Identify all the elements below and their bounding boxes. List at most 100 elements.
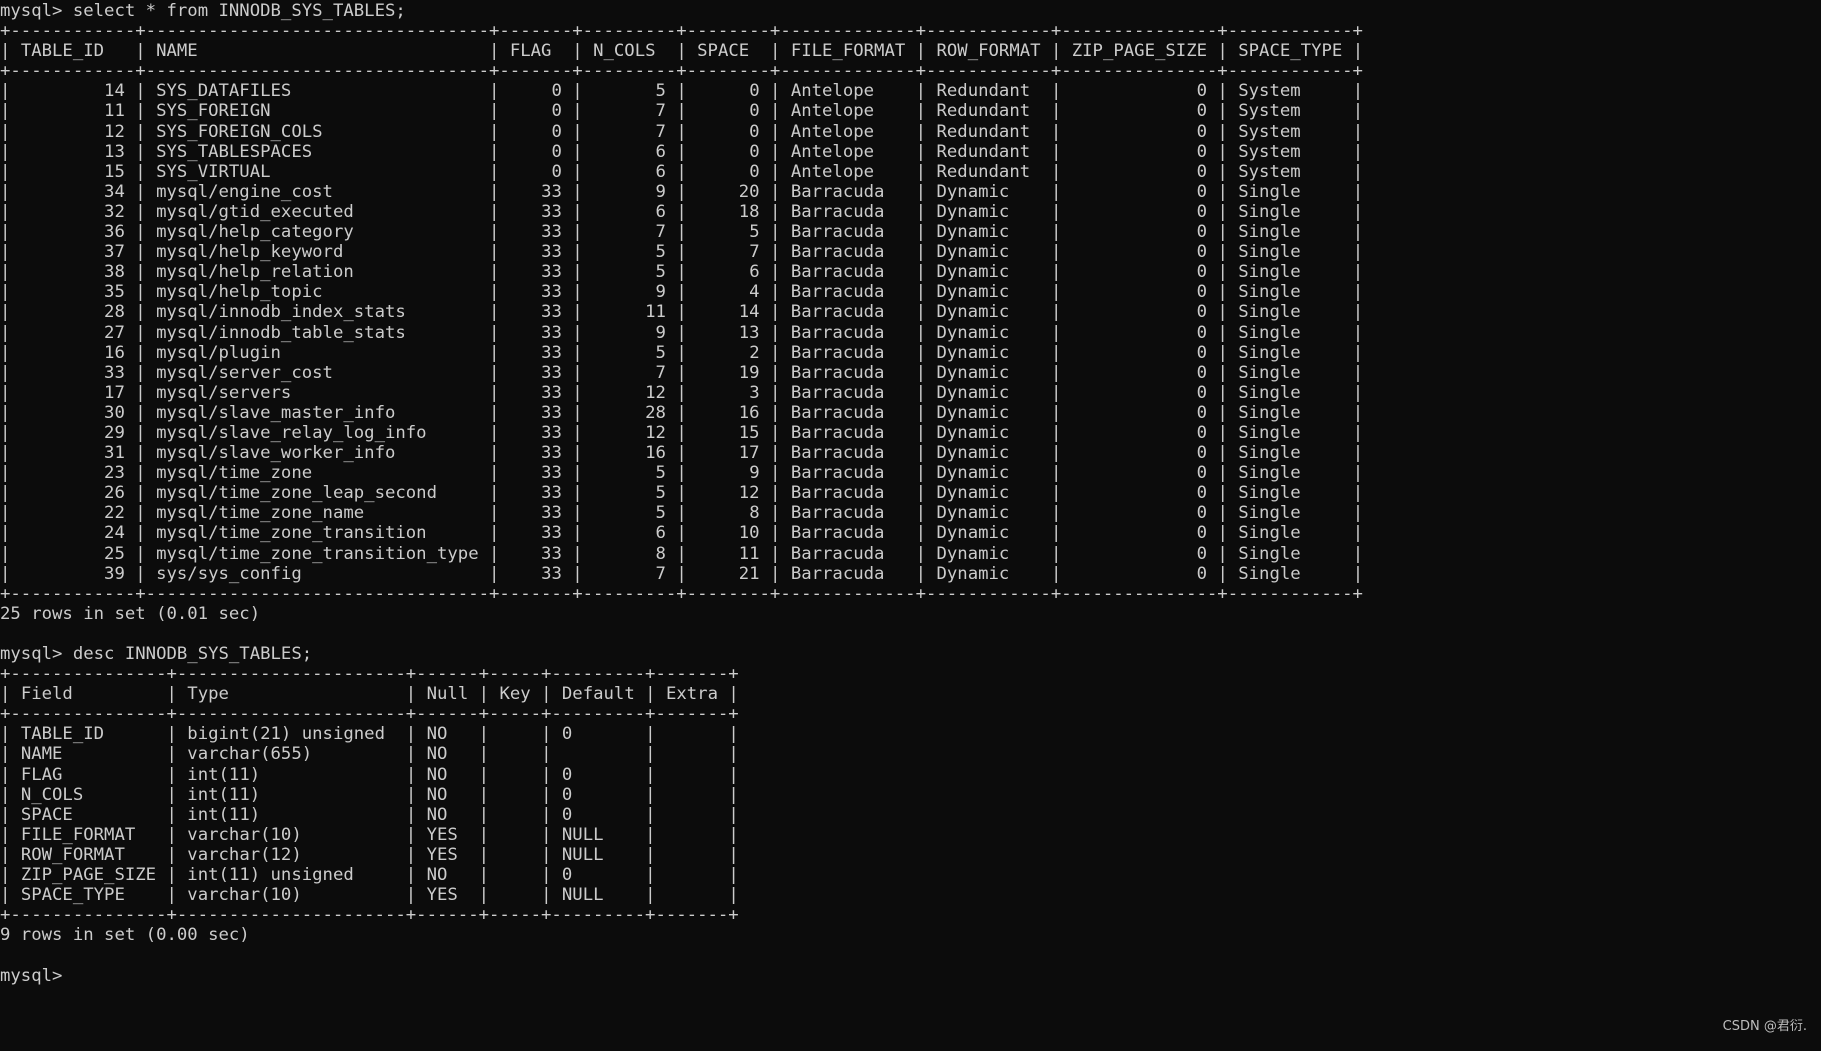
- column-separator: |: [1352, 302, 1364, 323]
- cell-padding: [562, 182, 572, 202]
- table-cell: int(11): [187, 764, 261, 785]
- table-cell: 12: [738, 483, 760, 504]
- table-cell: 33: [541, 523, 562, 544]
- column-separator: |: [915, 282, 937, 303]
- column-separator: |: [769, 282, 791, 303]
- table-cell: Barracuda: [790, 222, 885, 243]
- table-cell: Barracuda: [790, 483, 885, 504]
- column-separator: |: [1217, 563, 1239, 584]
- table-row: | 24 | mysql/time_zone_transition | 33 |…: [0, 523, 1821, 543]
- column-separator: |: [135, 242, 157, 263]
- column-separator: |: [572, 443, 594, 464]
- table-cell: 36: [104, 222, 125, 243]
- cell-padding: [604, 885, 646, 905]
- table-cell: mysql/time_zone: [156, 463, 313, 484]
- table-cell: 33: [541, 422, 562, 443]
- cell-padding: [697, 262, 749, 282]
- cell-padding: [884, 182, 915, 202]
- cell-padding: [874, 101, 916, 121]
- column-separator: |: [915, 322, 937, 343]
- cell-padding: [1072, 101, 1197, 121]
- column-separator: |: [1050, 282, 1072, 303]
- cell-padding: [697, 162, 749, 182]
- cell-padding: [666, 302, 676, 322]
- column-separator: |: [166, 824, 188, 845]
- table-border-line: +---------------+----------------------+…: [0, 905, 739, 926]
- table-cell: 0: [1196, 503, 1208, 524]
- cell-padding: [593, 423, 645, 443]
- cell-padding: [125, 343, 135, 363]
- cell-padding: [1009, 403, 1051, 423]
- table-cell: 25: [104, 543, 125, 564]
- column-separator: |: [676, 101, 698, 122]
- cell-padding: [1072, 383, 1197, 403]
- column-separator: |: [0, 242, 21, 263]
- table-cell: 28: [645, 402, 666, 423]
- cell-padding: [593, 363, 655, 383]
- cell-padding: [1207, 403, 1217, 423]
- cell-padding: [510, 403, 541, 423]
- table-cell: NO: [426, 764, 448, 785]
- column-separator: |: [1050, 222, 1072, 243]
- table-cell: 13: [104, 141, 125, 162]
- column-separator: |: [135, 201, 157, 222]
- column-separator: |: [645, 865, 666, 886]
- column-separator: |: [489, 101, 510, 122]
- column-separator: |: [572, 463, 594, 484]
- table-cell: 39: [104, 563, 125, 584]
- column-separator: |: [676, 282, 698, 303]
- column-separator: |: [770, 362, 791, 383]
- table-row: | 16 | mysql/plugin | 33 | 5 | 2 | Barra…: [0, 343, 1821, 363]
- table-cell: 5: [655, 81, 666, 102]
- cell-padding: [718, 684, 728, 704]
- cell-padding: [1301, 363, 1353, 383]
- column-separator: |: [770, 262, 791, 283]
- table-cell: 7: [655, 121, 666, 142]
- table-cell: Single: [1238, 523, 1301, 544]
- cell-padding: [333, 182, 489, 202]
- table-cell: Single: [1238, 402, 1301, 423]
- cell-padding: [1041, 41, 1051, 61]
- table-cell: Antelope: [790, 161, 875, 182]
- cell-padding: [125, 202, 135, 222]
- column-separator: |: [915, 181, 937, 202]
- table-cell: Dynamic: [936, 382, 1010, 403]
- cell-padding: [135, 825, 166, 845]
- column-separator: |: [166, 844, 188, 865]
- table-cell: 33: [541, 543, 562, 564]
- cell-padding: [21, 122, 104, 142]
- table-cell: ZIP_PAGE_SIZE: [20, 865, 157, 886]
- table-row: | 17 | mysql/servers | 33 | 12 | 3 | Bar…: [0, 383, 1821, 403]
- table-cell: Antelope: [790, 81, 875, 102]
- cell-padding: [666, 122, 676, 142]
- column-separator: |: [728, 824, 739, 845]
- column-separator: |: [405, 844, 427, 865]
- table-cell: Redundant: [936, 161, 1031, 182]
- column-separator: |: [769, 322, 791, 343]
- table-cell: Single: [1238, 222, 1301, 243]
- cell-padding: [666, 403, 676, 423]
- table-cell: TABLE_ID: [20, 724, 105, 745]
- cell-padding: [884, 343, 915, 363]
- column-separator: |: [478, 744, 500, 765]
- column-separator: |: [478, 724, 500, 745]
- cell-padding: [125, 544, 135, 564]
- cell-padding: [760, 323, 770, 343]
- table-cell: 6: [655, 161, 666, 182]
- cell-padding: [333, 363, 489, 383]
- cell-padding: [760, 343, 770, 363]
- column-separator: |: [0, 865, 21, 886]
- column-separator: |: [1050, 443, 1072, 464]
- cell-padding: [531, 684, 541, 704]
- cell-padding: [1207, 222, 1217, 242]
- table-cell: Barracuda: [790, 523, 885, 544]
- table-cell: Barracuda: [790, 422, 885, 443]
- cell-padding: [510, 483, 541, 503]
- column-separator: |: [135, 523, 157, 544]
- table-row: | 29 | mysql/slave_relay_log_info | 33 |…: [0, 423, 1821, 443]
- terminal-window[interactable]: mysql> select * from INNODB_SYS_TABLES; +…: [0, 0, 1821, 1051]
- table-cell: 5: [655, 342, 666, 363]
- cell-padding: [21, 101, 104, 121]
- table-cell: 5: [655, 262, 666, 283]
- table-cell: bigint(21) unsigned: [187, 724, 385, 745]
